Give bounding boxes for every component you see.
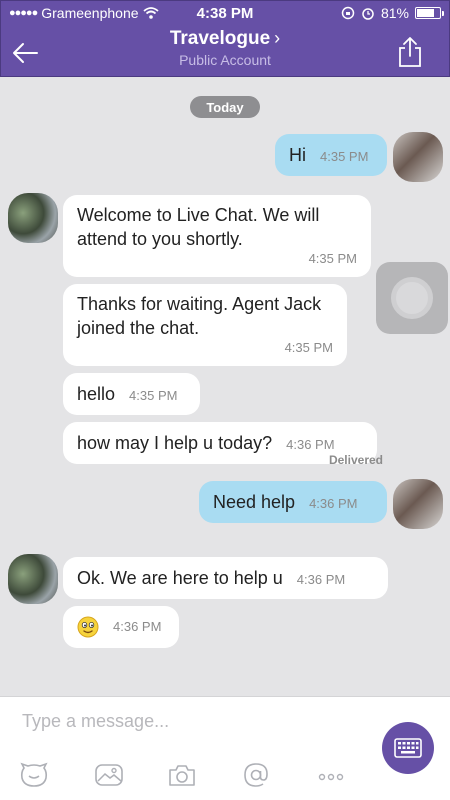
message-time: 4:36 PM bbox=[296, 572, 346, 587]
signal-strength-icon: ●●●●● bbox=[9, 7, 38, 19]
page-title[interactable]: Travelogue bbox=[170, 28, 270, 49]
chevron-right-icon: › bbox=[274, 28, 281, 48]
more-icon[interactable] bbox=[316, 762, 346, 788]
message-text: Welcome to Live Chat. We will attend to … bbox=[77, 205, 320, 249]
message-time: 4:36 PM bbox=[286, 437, 335, 452]
sticker-icon[interactable] bbox=[19, 762, 49, 788]
message-bubble-incoming[interactable]: 4:36 PM bbox=[63, 606, 179, 648]
user-avatar[interactable] bbox=[393, 132, 443, 182]
date-separator: Today bbox=[190, 96, 260, 118]
conversation-title[interactable]: Travelogue › Public Account bbox=[1, 28, 449, 68]
keyboard-icon bbox=[394, 738, 422, 758]
message-text: Hi bbox=[289, 145, 306, 165]
assistive-touch-ring-icon bbox=[391, 277, 433, 319]
battery-icon bbox=[415, 7, 444, 19]
wifi-icon bbox=[142, 7, 159, 19]
message-text: Thanks for waiting. Agent Jack joined th… bbox=[77, 294, 322, 338]
alarm-icon bbox=[362, 8, 374, 20]
app-header: ●●●●● Grameenphone 4:38 PM 81% Travelogu… bbox=[0, 0, 450, 77]
message-text: Ok. We are here to help u bbox=[77, 568, 283, 588]
rotation-lock-icon bbox=[341, 6, 355, 20]
message-bubble-incoming[interactable]: Ok. We are here to help u 4:36 PM bbox=[63, 557, 388, 599]
smiley-emoji-icon bbox=[77, 616, 99, 638]
message-input[interactable] bbox=[22, 711, 352, 732]
message-text: hello bbox=[77, 384, 116, 404]
agent-avatar[interactable] bbox=[8, 554, 58, 604]
delivery-status: Delivered bbox=[328, 453, 383, 467]
agent-avatar[interactable] bbox=[8, 193, 58, 243]
message-bubble-outgoing[interactable]: Need help 4:36 PM bbox=[199, 481, 387, 523]
status-bar: ●●●●● Grameenphone 4:38 PM 81% bbox=[1, 1, 449, 25]
message-bubble-incoming[interactable]: Welcome to Live Chat. We will attend to … bbox=[63, 195, 371, 277]
share-icon[interactable] bbox=[397, 36, 423, 68]
message-time: 4:36 PM bbox=[113, 619, 162, 634]
message-time: 4:35 PM bbox=[308, 251, 357, 266]
message-time: 4:35 PM bbox=[129, 388, 178, 403]
keyboard-toggle-button[interactable] bbox=[382, 722, 434, 774]
assistive-touch-button[interactable] bbox=[376, 262, 448, 334]
message-time: 4:36 PM bbox=[309, 496, 358, 511]
message-text: how may I help u today? bbox=[77, 433, 273, 453]
status-time: 4:38 PM bbox=[196, 4, 254, 22]
carrier-name: Grameenphone bbox=[41, 5, 139, 21]
battery-percentage: 81% bbox=[380, 5, 409, 21]
user-avatar[interactable] bbox=[393, 479, 443, 529]
image-icon[interactable] bbox=[94, 762, 124, 788]
message-time: 4:35 PM bbox=[320, 149, 369, 164]
camera-icon[interactable] bbox=[167, 762, 197, 788]
message-bubble-incoming[interactable]: Thanks for waiting. Agent Jack joined th… bbox=[63, 284, 347, 366]
mention-icon[interactable] bbox=[241, 762, 271, 788]
message-bubble-incoming[interactable]: hello 4:35 PM bbox=[63, 373, 200, 415]
message-time: 4:35 PM bbox=[284, 340, 333, 355]
message-bubble-outgoing[interactable]: Hi 4:35 PM bbox=[275, 134, 387, 176]
account-type-label: Public Account bbox=[179, 52, 271, 68]
message-text: Need help bbox=[213, 492, 296, 512]
